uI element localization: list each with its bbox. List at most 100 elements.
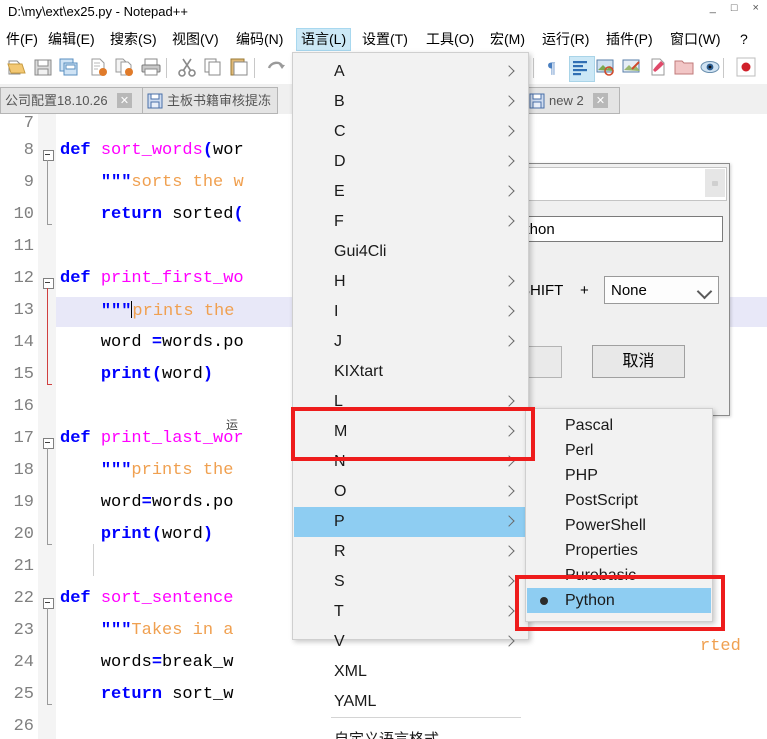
language-menu-item-label: D <box>334 153 346 170</box>
language-menu-item[interactable]: O <box>294 477 527 507</box>
zoom-out-icon[interactable] <box>621 56 645 80</box>
close-file-icon[interactable] <box>88 56 112 80</box>
code-line[interactable]: print(word) <box>60 365 213 384</box>
code-token: sort_w <box>172 685 234 704</box>
language-menu-item[interactable]: A <box>294 57 527 87</box>
tab-close-icon[interactable]: ✕ <box>117 93 132 108</box>
language-menu-item[interactable]: C <box>294 117 527 147</box>
fold-box-line22[interactable] <box>43 598 54 609</box>
tab-close-icon[interactable]: ✕ <box>593 93 608 108</box>
language-menu-item[interactable]: Gui4Cli <box>294 237 527 267</box>
record-dot-icon[interactable] <box>735 56 759 80</box>
tab-item[interactable]: 公司配置18.10.26 ✕ <box>0 87 144 114</box>
menu-item-2[interactable]: 搜索(S) <box>106 29 161 50</box>
dialog-scrollbar[interactable] <box>705 169 725 197</box>
chevron-right-icon <box>503 275 515 287</box>
dialog-key-select[interactable]: None <box>604 276 719 304</box>
code-line[interactable]: def print_first_wo <box>60 269 244 288</box>
language-menu-item[interactable]: H <box>294 267 527 297</box>
p-submenu-item[interactable]: PHP <box>527 463 711 488</box>
undo-icon[interactable] <box>264 56 288 80</box>
menu-item-7[interactable]: 工具(O) <box>422 29 478 50</box>
new-file-icon[interactable] <box>6 56 30 80</box>
menu-item-9[interactable]: 运行(R) <box>538 29 593 50</box>
p-submenu-item[interactable]: Properties <box>527 538 711 563</box>
p-submenu-item[interactable]: PostScript <box>527 488 711 513</box>
tab-item[interactable]: 主板书籍审核提冻 <box>142 87 278 114</box>
code-token: break_w <box>162 653 234 672</box>
language-menu-item[interactable]: XML <box>294 657 527 687</box>
dialog-list-box[interactable] <box>503 167 727 201</box>
p-submenu-item[interactable]: PowerShell <box>527 513 711 538</box>
word-wrap-icon[interactable] <box>569 56 595 82</box>
language-menu-item-label: V <box>334 633 345 650</box>
code-line[interactable]: def print_last_wor <box>60 429 244 448</box>
menu-item-6[interactable]: 设置(T) <box>358 29 412 50</box>
paste-icon[interactable] <box>228 56 252 80</box>
shortcut-mapper-dialog[interactable]: Python SHIFT + None 取消 <box>497 163 730 416</box>
save-all-icon[interactable] <box>58 56 82 80</box>
folder-icon[interactable] <box>673 56 697 80</box>
code-line[interactable]: """Takes in a <box>60 621 234 640</box>
language-menu-item[interactable]: V <box>294 627 527 657</box>
dialog-name-input[interactable]: Python <box>503 216 723 242</box>
menu-item-0[interactable]: 件(F) <box>2 29 42 50</box>
code-token: print_last_wor <box>100 429 244 448</box>
menu-item-3[interactable]: 视图(V) <box>168 29 223 50</box>
window-title: D:\my\ext\ex25.py - Notepad++ <box>8 4 188 19</box>
window-controls[interactable]: _ □ × <box>710 2 765 14</box>
eye-preview-icon[interactable] <box>699 56 723 80</box>
language-menu-item[interactable]: E <box>294 177 527 207</box>
language-menu-item[interactable]: D <box>294 147 527 177</box>
language-menu-item[interactable]: J <box>294 327 527 357</box>
menu-item-4[interactable]: 编码(N) <box>232 29 287 50</box>
language-menu-item[interactable]: B <box>294 87 527 117</box>
code-line[interactable]: """prints the <box>60 461 234 480</box>
line-number: 26 <box>13 717 34 736</box>
code-line[interactable]: """sorts the w <box>60 173 244 192</box>
dialog-cancel-button[interactable]: 取消 <box>592 345 685 378</box>
code-line[interactable]: def sort_words(wor <box>60 141 244 160</box>
menu-item-5[interactable]: 语言(L) <box>296 28 352 51</box>
code-line[interactable]: return sorted( <box>60 205 244 224</box>
language-menu-item[interactable]: F <box>294 207 527 237</box>
language-menu-item[interactable]: 自定义语言格式... <box>294 725 527 739</box>
p-submenu-item[interactable]: Perl <box>527 438 711 463</box>
fold-box-line8[interactable] <box>43 150 54 161</box>
language-menu[interactable]: ABCDEFGui4CliHIJKIXtartLMNOPRSTVXMLYAML自… <box>292 52 529 739</box>
save-icon[interactable] <box>32 56 56 80</box>
close-all-icon[interactable] <box>114 56 138 80</box>
code-line[interactable]: print(word) <box>60 525 213 544</box>
language-menu-item[interactable]: P <box>294 507 527 537</box>
fold-line-8 <box>47 160 48 224</box>
menu-item-10[interactable]: 插件(P) <box>602 29 657 50</box>
code-line[interactable]: word=words.po <box>60 493 234 512</box>
menu-item-12[interactable]: ? <box>736 29 752 50</box>
macro-record-icon[interactable] <box>647 56 671 80</box>
fold-box-line12[interactable] <box>43 278 54 289</box>
menu-item-1[interactable]: 编辑(E) <box>44 29 99 50</box>
code-line[interactable]: def sort_sentence <box>60 589 233 608</box>
fold-box-line17[interactable] <box>43 438 54 449</box>
language-menu-item[interactable]: T <box>294 597 527 627</box>
language-menu-item[interactable]: KIXtart <box>294 357 527 387</box>
line-number: 8 <box>23 141 34 160</box>
language-menu-item[interactable]: R <box>294 537 527 567</box>
copy-icon[interactable] <box>202 56 226 80</box>
language-menu-item[interactable]: I <box>294 297 527 327</box>
code-line[interactable]: words=break_w <box>60 653 234 672</box>
tab-item[interactable]: new 2 ✕ <box>524 87 620 114</box>
code-line[interactable]: """prints the <box>60 301 234 321</box>
language-menu-item[interactable]: YAML <box>294 687 527 717</box>
cut-icon[interactable] <box>176 56 200 80</box>
menu-item-8[interactable]: 宏(M) <box>486 29 529 50</box>
language-menu-item[interactable]: S <box>294 567 527 597</box>
code-line[interactable]: return sort_w <box>60 685 234 704</box>
p-submenu-item[interactable]: Pascal <box>527 413 711 438</box>
menu-item-11[interactable]: 窗口(W) <box>666 29 725 50</box>
line-number: 17 <box>13 429 34 448</box>
zoom-in-icon[interactable] <box>595 56 619 80</box>
pilcrow-icon[interactable]: ¶ <box>543 56 567 80</box>
code-line[interactable]: word =words.po <box>60 333 244 352</box>
print-icon[interactable] <box>140 56 164 80</box>
